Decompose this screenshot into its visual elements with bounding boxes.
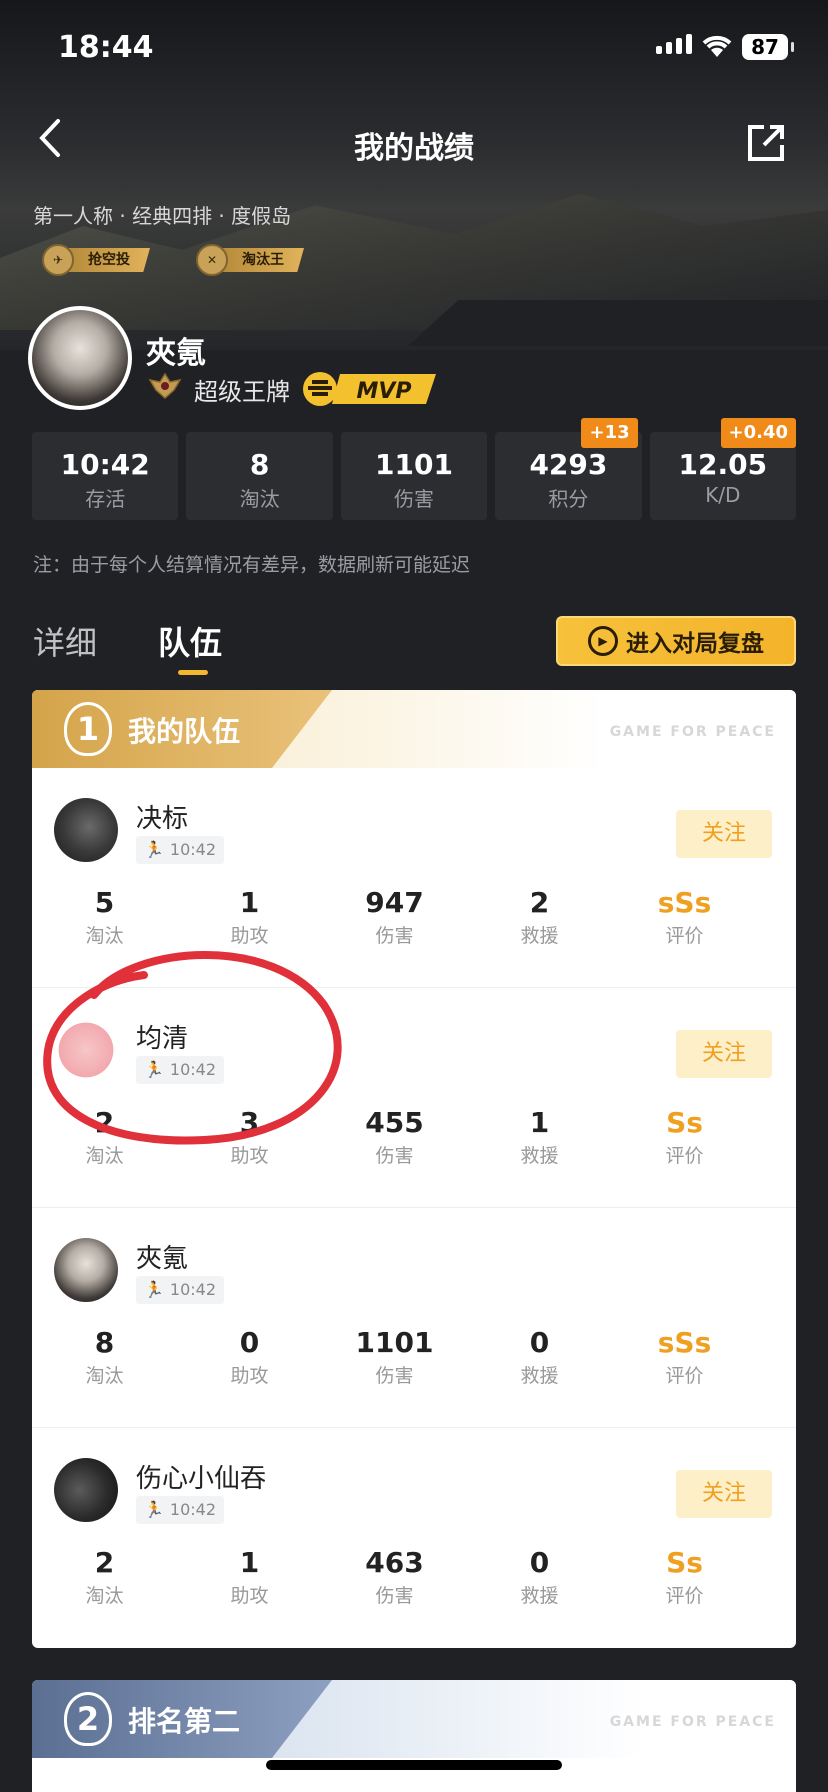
follow-button[interactable]: 关注 xyxy=(676,810,772,858)
member-stats: 8 淘汰 0 助攻 1101 伤害 0 救援 sSs 评价 xyxy=(32,1326,796,1388)
rank-emblem-icon xyxy=(148,372,182,400)
mvp-badge: MVP xyxy=(303,372,436,406)
team-header: 2 排名第二 GAME FOR PEACE xyxy=(32,1680,796,1758)
member-avatar[interactable] xyxy=(54,1238,118,1302)
member-avatar[interactable] xyxy=(54,1018,118,1082)
home-indicator[interactable] xyxy=(266,1760,562,1770)
team-card-2: 2 排名第二 GAME FOR PEACE xyxy=(32,1680,796,1792)
nav-bar: 我的战绩 xyxy=(0,105,828,175)
member-stats: 2 淘汰 3 助攻 455 伤害 1 救援 Ss 评价 xyxy=(32,1106,796,1168)
stats-row: 10:42 存活 8 淘汰 1101 伤害 +13 4293 积分 +0.40 12.05 K… xyxy=(32,418,797,520)
survival-time-tag: 🏃 10:42 xyxy=(136,836,225,864)
tab-detail[interactable]: 详细 xyxy=(33,618,97,664)
page-title: 我的战绩 xyxy=(354,131,474,166)
stat-damage: 1101 伤害 xyxy=(340,432,488,520)
replay-label: 进入对局复盘 xyxy=(626,631,764,657)
grade-value: sSs xyxy=(657,886,712,919)
member-name: 决标 xyxy=(136,804,189,834)
team-title: 我的队伍 xyxy=(128,715,241,748)
player-rank: 超级王牌 xyxy=(194,378,290,406)
member-avatar[interactable] xyxy=(54,1458,118,1522)
run-icon: 🏃 xyxy=(144,1060,164,1079)
stat-kd: +0.40 12.05 K/D xyxy=(649,418,797,520)
grade-value: sSs xyxy=(657,1326,712,1359)
elimination-icon: ✕ xyxy=(196,244,228,276)
team-member-row[interactable]: 均清 🏃 10:42 关注 2 淘汰 3 助攻 455 伤害 1 救援 Ss 评价 xyxy=(32,988,796,1208)
team-rank-badge: 2 xyxy=(64,1692,112,1746)
survival-time-tag: 🏃 10:42 xyxy=(136,1056,225,1084)
grade-value: Ss xyxy=(666,1546,703,1579)
badge-airdrop: ✈ 抢空投 xyxy=(42,244,150,276)
stat-survival: 10:42 存活 xyxy=(32,432,179,520)
member-name: 夾氪 xyxy=(136,1244,189,1274)
team-member-row[interactable]: 决标 🏃 10:42 关注 5 淘汰 1 助攻 947 伤害 2 救援 sSs 评价 xyxy=(32,768,796,988)
member-stats: 2 淘汰 1 助攻 463 伤害 0 救援 Ss 评价 xyxy=(32,1546,796,1608)
badge-elimination: ✕ 淘汰王 xyxy=(196,244,304,276)
stat-kills: 8 淘汰 xyxy=(186,432,333,520)
grade-value: Ss xyxy=(666,1106,703,1139)
member-stats: 5 淘汰 1 助攻 947 伤害 2 救援 sSs 评价 xyxy=(32,886,796,948)
team-rank-badge: 1 xyxy=(64,702,112,756)
game-watermark: GAME FOR PEACE xyxy=(609,1714,776,1730)
survival-time-tag: 🏃 10:42 xyxy=(136,1496,225,1524)
member-avatar[interactable] xyxy=(54,798,118,862)
signal-icon xyxy=(656,34,692,54)
status-bar: 18:44 87 xyxy=(0,0,828,100)
play-icon: ▶ xyxy=(588,626,618,656)
badge-label: 淘汰王 xyxy=(220,248,304,272)
tab-indicator xyxy=(178,670,208,675)
run-icon: 🏃 xyxy=(144,840,164,859)
player-avatar[interactable] xyxy=(28,306,132,410)
team-card-1: 1 我的队伍 GAME FOR PEACE 决标 🏃 10:42 关注 5 淘汰 1… xyxy=(32,690,796,1648)
status-time: 18:44 xyxy=(58,30,154,65)
run-icon: 🏃 xyxy=(144,1280,164,1299)
team-member-row[interactable]: 伤心小仙吞 🏃 10:42 关注 2 淘汰 1 助攻 463 伤害 0 救援 Ss 评价 xyxy=(32,1428,796,1648)
member-name: 均清 xyxy=(136,1024,189,1054)
game-watermark: GAME FOR PEACE xyxy=(609,724,776,740)
member-name: 伤心小仙吞 xyxy=(136,1464,267,1494)
stat-points: +13 4293 积分 xyxy=(495,418,642,520)
airdrop-icon: ✈ xyxy=(42,244,74,276)
data-delay-note: 注：由于每个人结算情况有差异，数据刷新可能延迟 xyxy=(33,554,471,576)
follow-button[interactable]: 关注 xyxy=(676,1470,772,1518)
mvp-label: MVP xyxy=(356,379,411,404)
team-member-row[interactable]: 夾氪 🏃 10:42 8 淘汰 0 助攻 1101 伤害 0 救援 sSs 评价 xyxy=(32,1208,796,1428)
follow-button[interactable]: 关注 xyxy=(676,1030,772,1078)
tab-team[interactable]: 队伍 xyxy=(158,618,222,664)
badge-label: 抢空投 xyxy=(66,248,150,272)
match-mode: 第一人称 · 经典四排 · 度假岛 xyxy=(33,204,292,228)
replay-button[interactable]: ▶ 进入对局复盘 xyxy=(556,616,796,666)
kd-delta-badge: +0.40 xyxy=(720,418,797,448)
points-delta-badge: +13 xyxy=(581,418,638,448)
team-header: 1 我的队伍 GAME FOR PEACE xyxy=(32,690,796,768)
player-name: 夾氪 xyxy=(146,336,206,371)
run-icon: 🏃 xyxy=(144,1500,164,1519)
battery-indicator: 87 xyxy=(742,34,794,60)
wifi-icon xyxy=(702,35,732,57)
survival-time-tag: 🏃 10:42 xyxy=(136,1276,225,1304)
share-icon[interactable] xyxy=(744,121,788,165)
team-title: 排名第二 xyxy=(128,1705,241,1738)
banner-divider xyxy=(408,300,828,346)
